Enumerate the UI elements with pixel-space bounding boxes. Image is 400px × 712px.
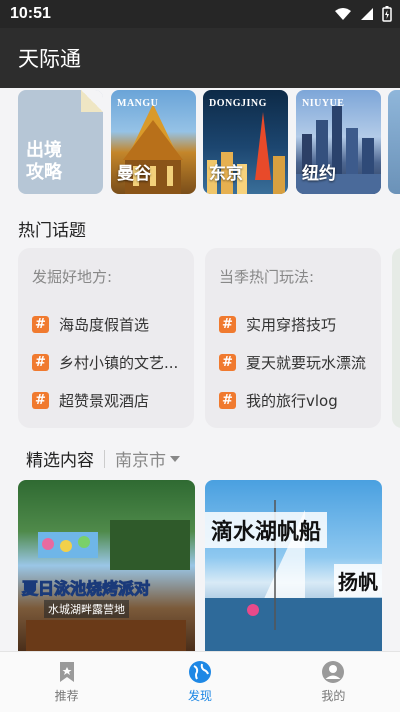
featured-card-sailing[interactable]: 滴水湖帆船 扬帆 xyxy=(205,480,382,651)
topic-item-label: 实用穿搭技巧 xyxy=(246,315,337,334)
app-title: 天际通 xyxy=(18,47,81,71)
bottom-nav: 推荐 发现 我的 xyxy=(0,651,400,712)
nav-tab-discover[interactable]: 发现 xyxy=(133,652,266,712)
hashtag-icon: # xyxy=(219,315,236,333)
featured-card-subcaption: 水城湖畔露营地 xyxy=(44,600,129,618)
topic-item[interactable]: # 乡村小镇的文艺... xyxy=(32,343,180,381)
hot-topics-title: 热门话题 xyxy=(18,221,86,241)
app-bar: 天际通 xyxy=(0,28,400,88)
city-selector[interactable]: 南京市 xyxy=(115,446,180,471)
destination-card-partial[interactable] xyxy=(388,90,400,194)
signal-icon xyxy=(361,8,373,20)
destination-card-newyork[interactable]: NIUYUE 纽约 xyxy=(296,90,381,194)
topic-item-label: 海岛度假首选 xyxy=(59,315,150,334)
topic-item[interactable]: # 超赞景观酒店 xyxy=(32,381,180,419)
user-icon xyxy=(322,661,345,683)
featured-title: 精选内容 xyxy=(26,451,94,471)
topic-card-partial[interactable] xyxy=(392,248,400,428)
destination-cn-label: 纽约 xyxy=(302,164,336,184)
hashtag-icon: # xyxy=(219,353,236,371)
bookmark-icon xyxy=(59,662,74,682)
globe-icon xyxy=(188,661,211,683)
divider xyxy=(104,449,105,468)
topic-item-label: 夏天就要玩水漂流 xyxy=(246,353,367,372)
topic-card-seasonal[interactable]: 当季热门玩法: # 实用穿搭技巧 # 夏天就要玩水漂流 # 我的旅行vlog xyxy=(205,248,381,428)
destination-carousel[interactable]: 出境 攻略 MANGU 曼谷 DONGJING 东京 NIUYUE 纽约 xyxy=(18,90,400,194)
featured-card-caption: 夏日泳池烧烤派对 xyxy=(21,579,151,599)
destination-cn-label: 曼谷 xyxy=(117,164,151,184)
featured-card-subcaption: 扬帆 xyxy=(334,564,382,597)
wifi-icon xyxy=(335,8,351,20)
destination-cn-label: 东京 xyxy=(209,164,243,184)
status-bar: 10:51 xyxy=(0,0,400,28)
topic-card-heading: 发掘好地方: xyxy=(32,268,113,286)
topic-card-discover[interactable]: 发掘好地方: # 海岛度假首选 # 乡村小镇的文艺... # 超赞景观酒店 xyxy=(18,248,194,428)
nav-label: 发现 xyxy=(187,689,212,703)
featured-card-caption: 滴水湖帆船 xyxy=(205,512,328,548)
nav-label: 推荐 xyxy=(54,689,79,703)
discover-content[interactable]: 出境 攻略 MANGU 曼谷 DONGJING 东京 NIUYUE 纽约 热门话… xyxy=(0,88,400,651)
nav-label: 我的 xyxy=(321,689,346,703)
featured-header: 精选内容 南京市 xyxy=(26,446,180,471)
topic-item-label: 乡村小镇的文艺... xyxy=(59,353,179,372)
destination-en-label: MANGU xyxy=(117,98,159,109)
topic-item[interactable]: # 我的旅行vlog xyxy=(219,381,367,419)
battery-icon xyxy=(382,6,392,22)
status-time: 10:51 xyxy=(10,5,51,22)
city-label: 南京市 xyxy=(115,451,166,471)
topic-card-heading: 当季热门玩法: xyxy=(219,268,315,286)
hashtag-icon: # xyxy=(32,391,49,409)
guide-card-label: 出境 攻略 xyxy=(26,140,62,183)
hashtag-icon: # xyxy=(219,391,236,409)
hashtag-icon: # xyxy=(32,315,49,333)
topic-item-label: 超赞景观酒店 xyxy=(59,391,150,410)
nav-tab-recommend[interactable]: 推荐 xyxy=(0,652,133,712)
hashtag-icon: # xyxy=(32,353,49,371)
destination-en-label: NIUYUE xyxy=(302,98,345,109)
featured-card-pool-party[interactable]: 夏日泳池烧烤派对 水城湖畔露营地 xyxy=(18,480,195,651)
topic-item[interactable]: # 海岛度假首选 xyxy=(32,305,180,343)
party-photo-illustration xyxy=(26,520,190,651)
topic-item[interactable]: # 夏天就要玩水漂流 xyxy=(219,343,367,381)
guide-card[interactable]: 出境 攻略 xyxy=(18,90,103,194)
nav-tab-profile[interactable]: 我的 xyxy=(267,652,400,712)
page-fold-icon xyxy=(81,90,103,112)
topic-item-label: 我的旅行vlog xyxy=(246,391,338,410)
destination-card-bangkok[interactable]: MANGU 曼谷 xyxy=(111,90,196,194)
caret-down-icon xyxy=(170,455,180,462)
destination-card-tokyo[interactable]: DONGJING 东京 xyxy=(203,90,288,194)
topic-item[interactable]: # 实用穿搭技巧 xyxy=(219,305,367,343)
destination-en-label: DONGJING xyxy=(209,98,267,109)
